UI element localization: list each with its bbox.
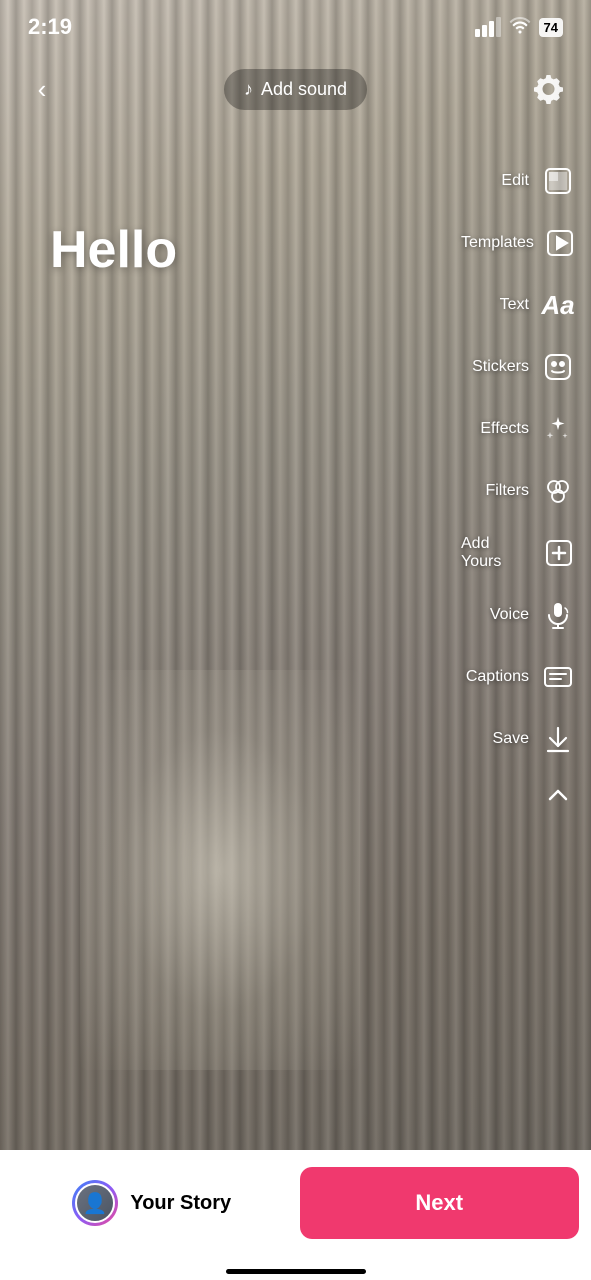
music-note-icon: ♪ <box>244 79 253 100</box>
stickers-tool[interactable]: Stickers <box>461 336 577 398</box>
save-tool[interactable]: Save <box>461 708 577 770</box>
window-light <box>80 670 360 1070</box>
back-icon: ‹ <box>38 74 47 105</box>
status-time: 2:19 <box>28 14 72 40</box>
add-yours-label: Add Yours <box>461 535 531 571</box>
add-sound-button[interactable]: ♪ Add sound <box>224 69 367 110</box>
text-tool[interactable]: Text Aa <box>461 274 577 336</box>
next-label: Next <box>415 1190 463 1216</box>
edit-icon <box>539 162 577 200</box>
templates-tool[interactable]: Templates <box>461 212 577 274</box>
filters-label: Filters <box>485 482 529 500</box>
canvas-text-hello: Hello <box>50 220 177 280</box>
edit-label: Edit <box>501 172 529 190</box>
back-button[interactable]: ‹ <box>20 67 64 111</box>
avatar-image: 👤 <box>83 1191 108 1216</box>
edit-tool[interactable]: Edit <box>461 150 577 212</box>
captions-icon <box>539 658 577 696</box>
effects-tool[interactable]: Effects <box>461 398 577 460</box>
next-button[interactable]: Next <box>300 1167 580 1239</box>
your-story-button[interactable]: 👤 Your Story <box>12 1167 292 1239</box>
avatar: 👤 <box>75 1183 115 1223</box>
effects-icon <box>539 410 577 448</box>
wifi-icon <box>509 16 531 39</box>
filters-icon <box>539 472 577 510</box>
filters-tool[interactable]: Filters <box>461 460 577 522</box>
text-label: Text <box>500 296 529 314</box>
add-yours-tool[interactable]: Add Yours <box>461 522 577 584</box>
your-story-label: Your Story <box>130 1192 231 1215</box>
home-indicator <box>226 1269 366 1274</box>
captions-label: Captions <box>466 668 529 686</box>
avatar-ring: 👤 <box>72 1180 118 1226</box>
save-label: Save <box>493 730 529 748</box>
stickers-icon <box>539 348 577 386</box>
voice-label: Voice <box>490 606 529 624</box>
templates-label: Templates <box>461 234 534 252</box>
add-sound-label: Add sound <box>261 79 347 100</box>
templates-icon <box>544 224 577 262</box>
top-bar: ‹ ♪ Add sound <box>0 54 591 124</box>
save-icon <box>539 720 577 758</box>
captions-tool[interactable]: Captions <box>461 646 577 708</box>
status-bar: 2:19 74 <box>0 0 591 54</box>
signal-icon <box>475 17 501 37</box>
effects-label: Effects <box>480 420 529 438</box>
stickers-label: Stickers <box>472 358 529 376</box>
battery-icon: 74 <box>539 18 563 37</box>
settings-icon <box>533 73 565 105</box>
bottom-bar: 👤 Your Story Next <box>0 1150 591 1280</box>
collapse-toolbar-button[interactable] <box>539 776 577 814</box>
settings-button[interactable] <box>527 67 571 111</box>
voice-tool[interactable]: Voice <box>461 584 577 646</box>
status-icons: 74 <box>475 16 563 39</box>
right-toolbar: Edit Templates Text Aa Stickers <box>461 150 591 1140</box>
add-yours-icon <box>541 534 577 572</box>
voice-icon <box>539 596 577 634</box>
chevron-up-icon <box>544 781 572 809</box>
text-icon: Aa <box>539 286 577 324</box>
